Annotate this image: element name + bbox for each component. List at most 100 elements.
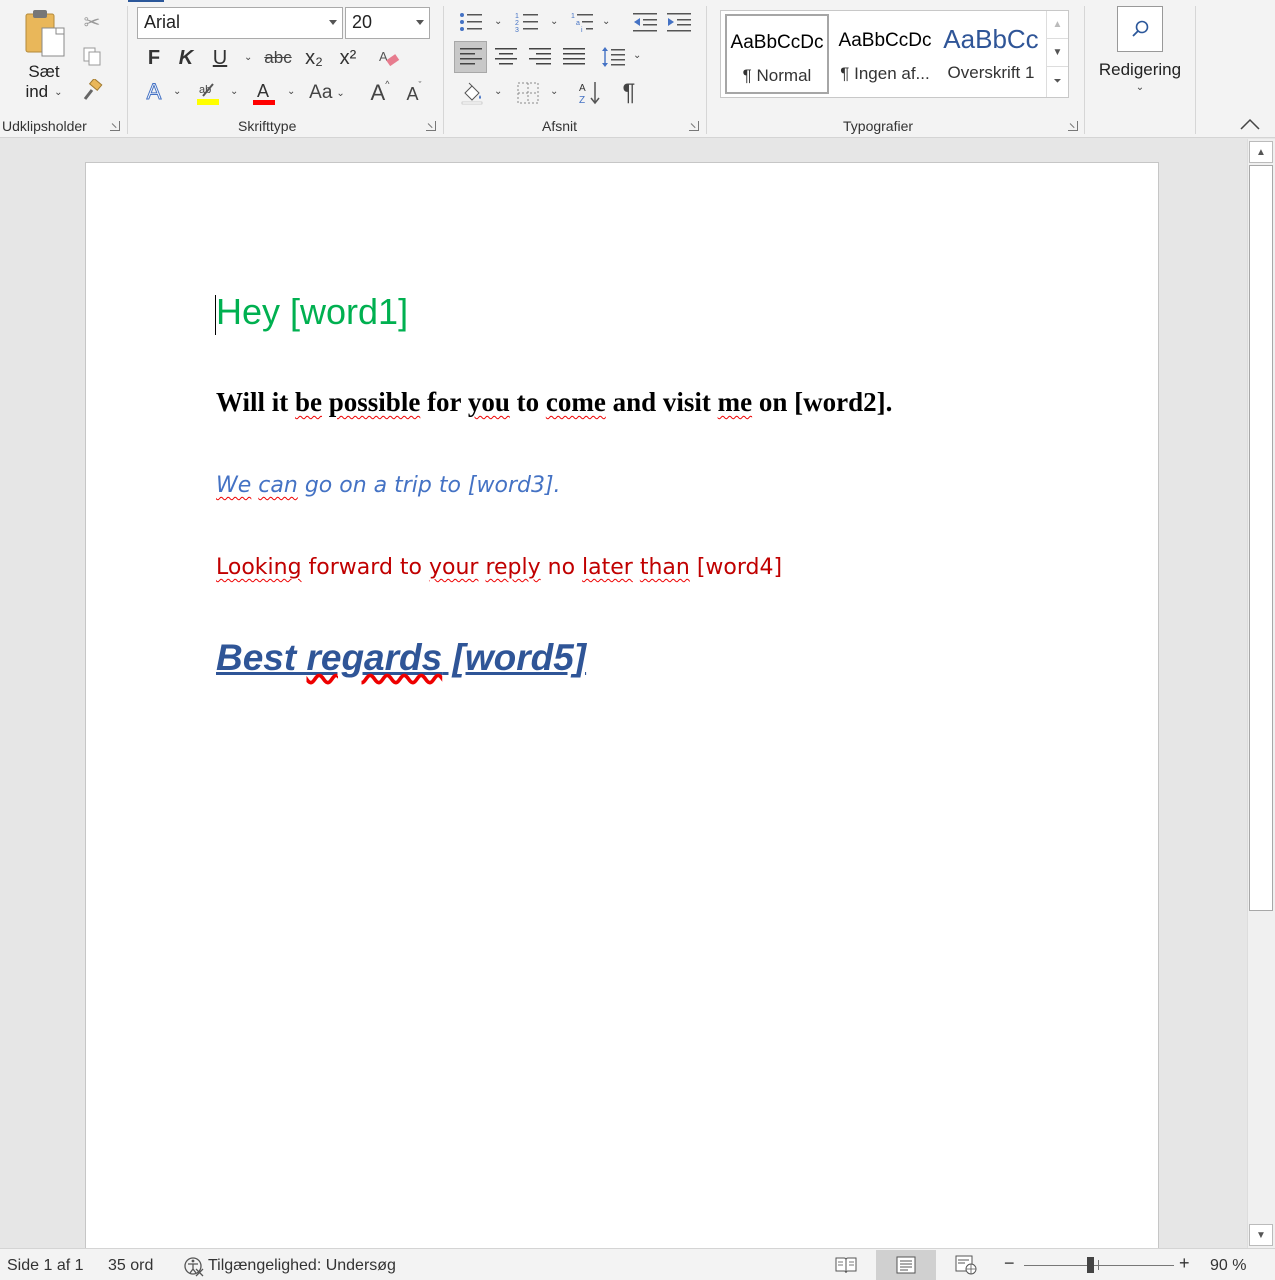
paragraph-greeting[interactable]: Hey [word1] [216,291,408,333]
decrease-indent-button[interactable] [630,8,660,36]
clear-formatting-button[interactable]: A [374,44,404,72]
bold-button[interactable]: F [140,44,168,72]
text-run: [word4] [689,555,783,580]
misspelled-word[interactable]: be [295,387,322,417]
gallery-more-icon[interactable]: ⏷ [1047,67,1068,95]
change-case-button[interactable]: Aa ⌄ [304,78,350,108]
paragraph-reply[interactable]: Looking forward to your reply no later t… [216,555,782,580]
misspelled-word[interactable]: We [216,473,251,498]
cut-button[interactable]: ✂ [78,8,106,36]
scroll-down-icon[interactable]: ▼ [1249,1224,1273,1246]
accessibility-status[interactable]: Tilgængelighed: Undersøg [182,1255,396,1277]
borders-button[interactable] [512,78,544,108]
font-color-button[interactable]: A [248,78,280,108]
strikethrough-button[interactable]: abc [262,44,294,72]
italic-button[interactable]: K [172,44,200,72]
align-left-icon [459,48,482,65]
superscript-label: x² [339,46,357,69]
highlighter-icon: ab [197,83,219,105]
copy-button[interactable] [78,42,106,70]
style-no-spacing[interactable]: AaBbCcDc ¶ Ingen af... [833,14,937,94]
document-page[interactable]: Hey [word1] Will it be possible for you … [85,162,1159,1262]
highlight-chevron-icon[interactable]: ⌄ [230,86,238,97]
style-heading-1[interactable]: AaBbCc Overskrift 1 [941,14,1041,94]
zoom-in-button[interactable]: + [1179,1253,1190,1274]
underline-chevron-icon[interactable]: ⌄ [244,52,252,63]
misspelled-word[interactable]: regards [306,637,442,678]
scroll-up-icon[interactable]: ▲ [1249,141,1273,163]
font-size-combo[interactable]: 20 [345,7,430,39]
misspelled-word[interactable]: me [718,387,752,417]
increase-indent-icon [667,13,691,32]
font-color-chevron-icon[interactable]: ⌄ [287,86,295,97]
underline-button[interactable]: U [206,44,234,72]
align-center-button[interactable] [490,41,522,73]
vertical-scrollbar[interactable]: ▲ ▼ [1247,139,1275,1248]
increase-indent-button[interactable] [664,8,694,36]
misspelled-word[interactable]: you [468,387,510,417]
paragraph-dialog-launcher[interactable] [689,121,699,131]
sort-button[interactable]: A Z [574,78,606,108]
bullets-chevron-icon[interactable]: ⌄ [494,16,502,27]
page-count[interactable]: Side 1 af 1 [7,1257,84,1275]
highlight-button[interactable]: ab [192,78,224,108]
web-layout-button[interactable] [936,1250,996,1280]
format-painter-button[interactable] [78,76,106,104]
style-name: ¶ Normal [742,66,812,85]
font-dialog-launcher[interactable] [426,121,436,131]
show-formatting-marks-button[interactable]: ¶ [614,78,644,108]
styles-dialog-launcher[interactable] [1068,121,1078,131]
misspelled-word[interactable]: reply [485,555,540,580]
editing-button[interactable]: Redigering ⌄ [1092,6,1188,102]
style-normal[interactable]: AaBbCcDc ¶ Normal [725,14,829,94]
justify-button[interactable] [558,41,590,73]
collapse-ribbon-button[interactable] [1238,114,1262,134]
borders-chevron-icon[interactable]: ⌄ [550,86,558,97]
misspelled-word[interactable]: than [640,555,690,580]
misspelled-word[interactable]: Looking [216,555,302,580]
misspelled-word[interactable]: your [429,555,478,580]
paste-button[interactable]: Sæt ind ⌄ [14,8,74,108]
numbering-chevron-icon[interactable]: ⌄ [550,16,558,27]
misspelled-word[interactable]: possible [329,387,421,417]
gallery-scroll-down-icon[interactable]: ▼ [1047,39,1068,67]
text-effects-chevron-icon[interactable]: ⌄ [173,86,181,97]
text-run [633,555,640,580]
shrink-font-button[interactable]: Aˇ [400,80,428,108]
clipboard-dialog-launcher[interactable] [110,121,120,131]
scroll-thumb[interactable] [1249,165,1273,911]
print-layout-button[interactable] [876,1250,936,1280]
group-separator [1195,6,1196,134]
zoom-slider-thumb[interactable] [1087,1257,1094,1273]
zoom-out-button[interactable]: − [1004,1253,1015,1274]
bullets-button[interactable] [456,8,486,36]
multilevel-chevron-icon[interactable]: ⌄ [602,16,610,27]
multilevel-list-button[interactable]: 1 a i [568,8,598,36]
paragraph-trip[interactable]: We can go on a trip to [word3]. [216,473,561,498]
paragraph-closing[interactable]: Best regards [word5] [216,637,586,679]
word-count[interactable]: 35 ord [108,1257,153,1275]
align-left-button[interactable] [454,41,487,73]
svg-text:3: 3 [515,27,519,33]
clipboard-group-label: Udklipsholder [2,118,87,134]
line-spacing-button[interactable] [598,41,628,73]
misspelled-word[interactable]: can [258,473,298,498]
paragraph-question[interactable]: Will it be possible for you to come and … [216,387,892,418]
zoom-slider[interactable] [1024,1265,1174,1266]
misspelled-word[interactable]: later [582,555,633,580]
misspelled-word[interactable]: come [546,387,606,417]
shading-chevron-icon[interactable]: ⌄ [494,86,502,97]
multilevel-list-icon: 1 a i [571,13,593,33]
grow-font-button[interactable]: A ^ [366,78,394,108]
numbering-button[interactable]: 1 2 3 [512,8,542,36]
line-spacing-chevron-icon[interactable]: ⌄ [633,50,641,61]
read-mode-button[interactable] [816,1250,876,1280]
superscript-button[interactable]: x² [334,44,362,72]
gallery-scroll-up-icon[interactable]: ▲ [1047,11,1068,39]
text-effects-button[interactable]: A [140,78,168,106]
align-right-button[interactable] [524,41,556,73]
subscript-button[interactable]: x₂ [300,44,328,72]
shading-button[interactable] [456,78,488,108]
zoom-level[interactable]: 90 % [1210,1257,1246,1275]
font-name-combo[interactable]: Arial [137,7,343,39]
